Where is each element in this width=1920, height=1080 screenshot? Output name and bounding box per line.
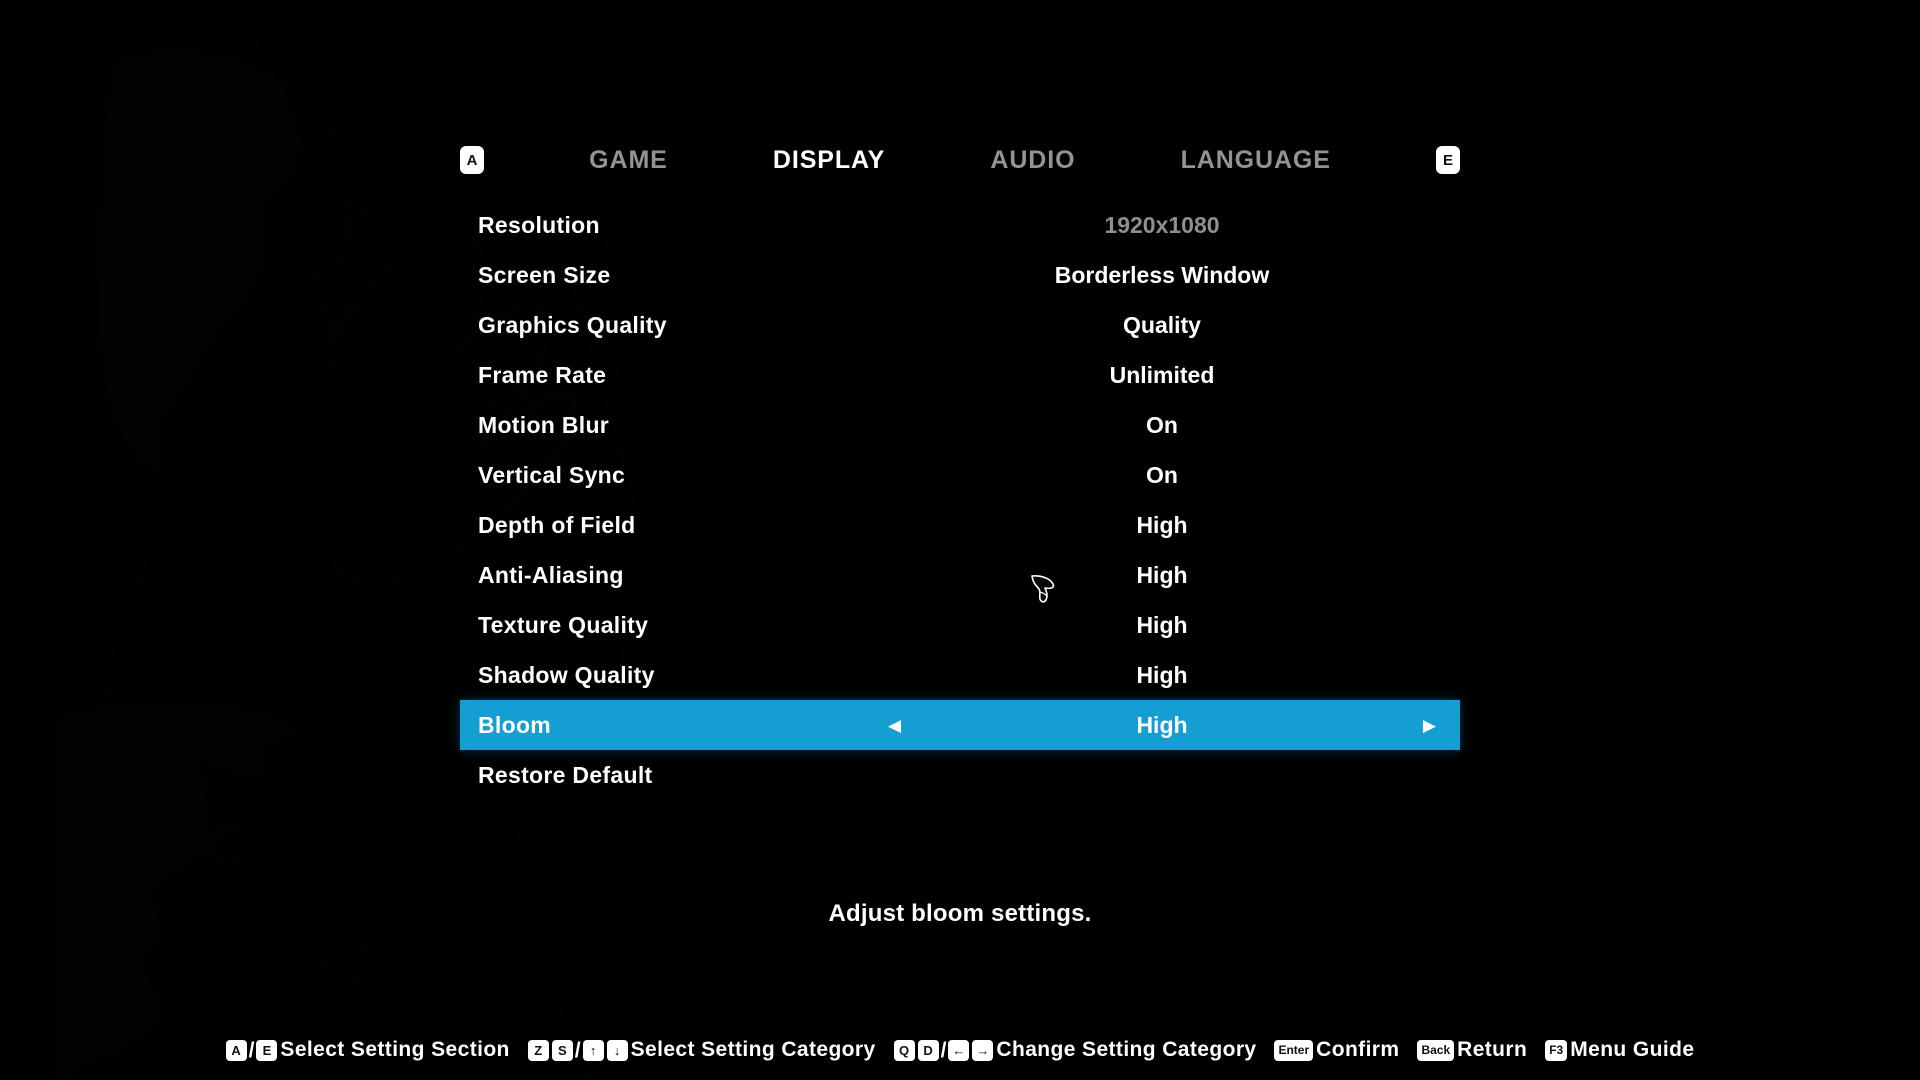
setting-label: Vertical Sync <box>478 462 625 489</box>
key-z: Z <box>528 1040 549 1061</box>
settings-list: Resolution ◀ 1920x1080 ▶ Screen Size ◀ B… <box>460 200 1460 800</box>
key-arrow-up: ↑ <box>583 1040 604 1061</box>
hint-confirm: Enter Confirm <box>1274 1038 1399 1062</box>
increment-arrow-icon[interactable]: ▶ <box>1423 717 1436 734</box>
setting-label: Anti-Aliasing <box>478 562 624 589</box>
tab-language[interactable]: LANGUAGE <box>1181 146 1331 175</box>
setting-value: Quality <box>1123 312 1201 339</box>
setting-row-restore-default[interactable]: Restore Default <box>460 750 1460 800</box>
setting-label: Restore Default <box>478 762 652 789</box>
setting-row-depth-of-field[interactable]: Depth of Field ◀ High ▶ <box>460 500 1460 550</box>
setting-value-wrap: ◀ Unlimited ▶ <box>882 350 1442 400</box>
setting-description: Adjust bloom settings. <box>0 900 1920 928</box>
setting-label: Frame Rate <box>478 362 606 389</box>
setting-label: Resolution <box>478 212 600 239</box>
key-arrow-right: → <box>972 1040 993 1061</box>
key-f3: F3 <box>1545 1040 1567 1061</box>
key-separator: / <box>575 1040 581 1061</box>
setting-value-wrap: ◀ Borderless Window ▶ <box>882 250 1442 300</box>
setting-value-wrap: ◀ High ▶ <box>882 550 1442 600</box>
setting-label: Graphics Quality <box>478 312 667 339</box>
setting-label: Screen Size <box>478 262 610 289</box>
tab-audio[interactable]: AUDIO <box>990 146 1075 175</box>
setting-row-texture-quality[interactable]: Texture Quality ◀ High ▶ <box>460 600 1460 650</box>
setting-value-wrap: ◀ On ▶ <box>882 400 1442 450</box>
setting-row-shadow-quality[interactable]: Shadow Quality ◀ High ▶ <box>460 650 1460 700</box>
setting-value: Borderless Window <box>1055 262 1270 289</box>
setting-row-graphics-quality[interactable]: Graphics Quality ◀ Quality ▶ <box>460 300 1460 350</box>
key-s: S <box>552 1040 573 1061</box>
setting-row-resolution[interactable]: Resolution ◀ 1920x1080 ▶ <box>460 200 1460 250</box>
key-back: Back <box>1417 1040 1454 1061</box>
setting-value-wrap: ◀ High ▶ <box>882 700 1442 750</box>
setting-value-wrap: ◀ Quality ▶ <box>882 300 1442 350</box>
next-section-keycap[interactable]: E <box>1436 146 1460 174</box>
hint-label: Select Setting Section <box>280 1038 509 1062</box>
controls-hint-bar: A / E Select Setting Section Z S / ↑ ↓ S… <box>0 1030 1920 1070</box>
setting-value-wrap: ◀ High ▶ <box>882 500 1442 550</box>
settings-section-tabs: A GAME DISPLAY AUDIO LANGUAGE E <box>460 140 1460 180</box>
hint-label: Return <box>1457 1038 1527 1062</box>
setting-label: Texture Quality <box>478 612 648 639</box>
key-enter: Enter <box>1274 1040 1313 1061</box>
tab-game[interactable]: GAME <box>589 146 668 175</box>
options-menu: A GAME DISPLAY AUDIO LANGUAGE E Resoluti… <box>0 0 1920 1080</box>
hint-select-setting-section: A / E Select Setting Section <box>226 1038 510 1062</box>
setting-label: Depth of Field <box>478 512 636 539</box>
setting-row-screen-size[interactable]: Screen Size ◀ Borderless Window ▶ <box>460 250 1460 300</box>
key-a: A <box>226 1040 247 1061</box>
setting-value-wrap: ◀ High ▶ <box>882 650 1442 700</box>
key-separator: / <box>249 1040 255 1061</box>
key-e: E <box>256 1040 277 1061</box>
setting-value-wrap <box>882 750 1442 800</box>
hint-label: Menu Guide <box>1570 1038 1694 1062</box>
setting-value: 1920x1080 <box>1104 212 1219 239</box>
setting-value: Unlimited <box>1110 362 1215 389</box>
key-d: D <box>918 1040 939 1061</box>
key-arrow-down: ↓ <box>607 1040 628 1061</box>
decrement-arrow-icon[interactable]: ◀ <box>888 717 901 734</box>
setting-value-wrap: ◀ 1920x1080 ▶ <box>882 200 1442 250</box>
setting-row-vertical-sync[interactable]: Vertical Sync ◀ On ▶ <box>460 450 1460 500</box>
key-q: Q <box>894 1040 915 1061</box>
hint-return: Back Return <box>1417 1038 1527 1062</box>
key-separator: / <box>941 1040 947 1061</box>
setting-row-anti-aliasing[interactable]: Anti-Aliasing ◀ High ▶ <box>460 550 1460 600</box>
hint-menu-guide: F3 Menu Guide <box>1545 1038 1694 1062</box>
setting-value: High <box>1136 512 1187 539</box>
hint-label: Change Setting Category <box>996 1038 1256 1062</box>
setting-value-wrap: ◀ On ▶ <box>882 450 1442 500</box>
setting-label: Shadow Quality <box>478 662 655 689</box>
setting-label: Bloom <box>478 712 551 739</box>
setting-row-frame-rate[interactable]: Frame Rate ◀ Unlimited ▶ <box>460 350 1460 400</box>
setting-value: On <box>1146 412 1178 439</box>
setting-value-wrap: ◀ High ▶ <box>882 600 1442 650</box>
tab-display[interactable]: DISPLAY <box>773 146 885 175</box>
setting-value: High <box>1136 612 1187 639</box>
setting-value: High <box>1136 662 1187 689</box>
hint-label: Select Setting Category <box>631 1038 876 1062</box>
hint-change-setting-category: Q D / ← → Change Setting Category <box>894 1038 1257 1062</box>
hint-label: Confirm <box>1316 1038 1399 1062</box>
setting-value: On <box>1146 462 1178 489</box>
setting-row-motion-blur[interactable]: Motion Blur ◀ On ▶ <box>460 400 1460 450</box>
setting-row-bloom[interactable]: Bloom ◀ High ▶ <box>460 700 1460 750</box>
setting-value: High <box>1136 562 1187 589</box>
setting-label: Motion Blur <box>478 412 609 439</box>
setting-value: High <box>1136 712 1187 739</box>
prev-section-keycap[interactable]: A <box>460 146 484 174</box>
key-arrow-left: ← <box>948 1040 969 1061</box>
hint-select-setting-category: Z S / ↑ ↓ Select Setting Category <box>528 1038 876 1062</box>
